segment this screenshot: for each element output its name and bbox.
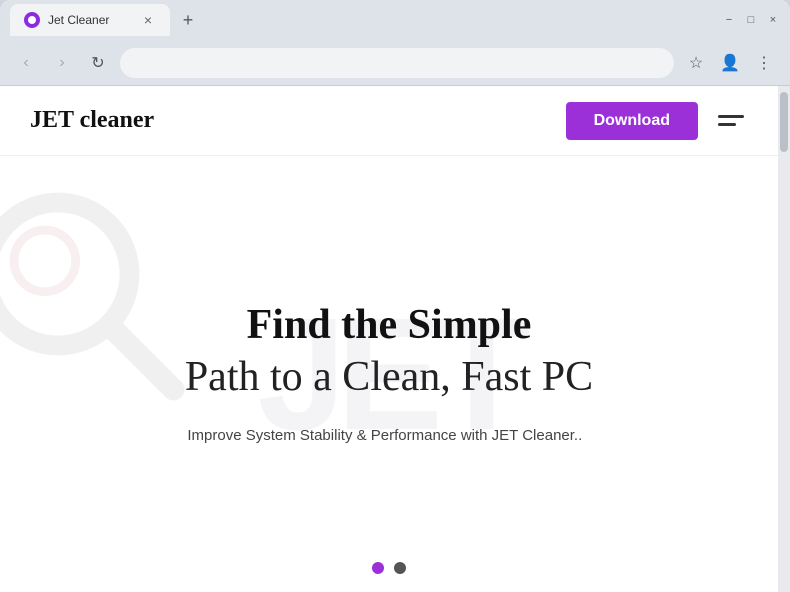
site-navbar: JET cleaner Download <box>0 86 778 156</box>
tab-title: Jet Cleaner <box>48 13 109 27</box>
bookmark-icon[interactable]: ☆ <box>682 49 710 77</box>
hero-subtitle: Improve System Stability & Performance w… <box>185 424 585 448</box>
forward-button[interactable]: › <box>48 49 76 77</box>
tab-favicon <box>24 12 40 28</box>
hamburger-menu-button[interactable] <box>714 111 748 130</box>
address-bar-icons: ☆ 👤 ⋮ <box>682 49 778 77</box>
scrollbar-thumb[interactable] <box>780 92 788 152</box>
site-logo: JET cleaner <box>30 107 154 134</box>
close-window-button[interactable]: × <box>766 13 780 27</box>
hero-title-bold: Find the Simple <box>185 300 593 350</box>
carousel-dots <box>372 562 406 574</box>
carousel-dot-2[interactable] <box>394 562 406 574</box>
download-button[interactable]: Download <box>566 102 698 140</box>
new-tab-button[interactable]: + <box>174 6 202 34</box>
menu-icon[interactable]: ⋮ <box>750 49 778 77</box>
content-area: JET cleaner Download JE <box>0 86 790 592</box>
back-button[interactable]: ‹ <box>12 49 40 77</box>
tab-favicon-inner <box>28 16 36 24</box>
scrollbar[interactable] <box>778 86 790 592</box>
window-controls: − □ × <box>722 13 780 27</box>
hero-title-normal: Path to a Clean, Fast PC <box>185 350 593 405</box>
hero-section: JET Find the Simple Path to a Clean, Fas… <box>0 156 778 592</box>
profile-icon[interactable]: 👤 <box>716 49 744 77</box>
site-nav-right: Download <box>566 102 748 140</box>
page-content: JET cleaner Download JE <box>0 86 778 592</box>
address-bar: ‹ › ↻ ☆ 👤 ⋮ <box>0 40 790 86</box>
tab-close-btn[interactable]: × <box>140 12 156 28</box>
hero-text-container: Find the Simple Path to a Clean, Fast PC… <box>185 300 593 449</box>
refresh-button[interactable]: ↻ <box>84 49 112 77</box>
hamburger-line-2 <box>718 123 736 126</box>
browser-tab[interactable]: Jet Cleaner × <box>10 4 170 36</box>
address-input[interactable] <box>120 48 674 78</box>
tab-area: Jet Cleaner × + <box>10 0 714 40</box>
carousel-dot-1[interactable] <box>372 562 384 574</box>
title-bar: Jet Cleaner × + − □ × <box>0 0 790 40</box>
browser-window: Jet Cleaner × + − □ × ‹ › ↻ ☆ 👤 ⋮ JET cl… <box>0 0 790 592</box>
hamburger-line-1 <box>718 115 744 118</box>
maximize-button[interactable]: □ <box>744 13 758 27</box>
magnifier-watermark <box>0 186 190 406</box>
minimize-button[interactable]: − <box>722 13 736 27</box>
